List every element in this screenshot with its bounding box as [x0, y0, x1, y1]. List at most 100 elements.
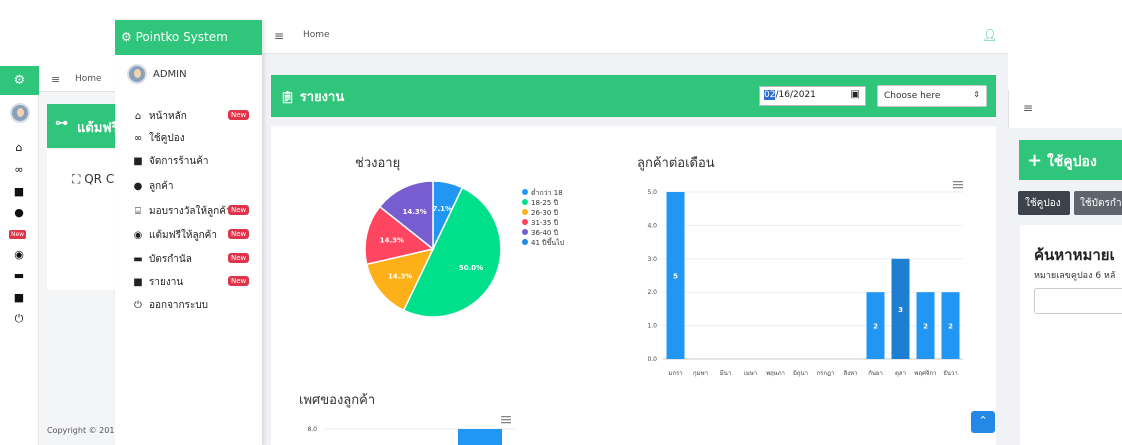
sidebar-item-8[interactable]: ⏻ ออกจากระบบ	[131, 298, 208, 313]
bar-data-label: 2	[948, 323, 953, 331]
power-icon[interactable]: ⏻	[11, 312, 27, 326]
coupon-icon[interactable]: ∞	[11, 163, 27, 176]
y-tick-label: 1.0	[647, 323, 657, 330]
use-voucher-button[interactable]: ใช้บัตรกำนัล	[1074, 191, 1122, 215]
sidebar-item-4[interactable]: ⌸ มอบรางวัลให้ลูกค้า	[131, 204, 232, 219]
background-title-text: แต้มฟรีให้ลูกค้า	[77, 121, 119, 136]
new-badge: New	[228, 110, 250, 120]
legend-label[interactable]: ต่ำกว่า 18	[531, 188, 563, 197]
period-select[interactable]: Choose here ⇕	[877, 85, 987, 107]
search-subtext: หมายเลขคูปอง 6 หลั	[1034, 271, 1116, 281]
legend-label[interactable]: 26-30 ปี	[531, 209, 559, 217]
sidebar-item-label: บัตรกำนัล	[149, 254, 192, 265]
hamburger-icon[interactable]: ≡	[1023, 101, 1033, 115]
breadcrumb-home[interactable]: Home	[303, 30, 330, 40]
sidebar-item-0[interactable]: ⌂ หน้าหลัก	[131, 109, 187, 124]
plus-icon: +	[1027, 150, 1043, 171]
legend-label[interactable]: 36-40 ปี	[531, 229, 559, 237]
shop-bag-icon[interactable]: ■	[11, 185, 27, 198]
points-icon: ◉	[133, 230, 143, 241]
chart-title-age: ช่วงอายุ	[355, 156, 400, 171]
age-pie-chart: 7.1% 50.0% 14.3% 14.3% 14.3%	[364, 180, 502, 318]
calendar-icon[interactable]: ▣	[851, 89, 860, 100]
gift-icon: ⌸	[135, 206, 141, 217]
sidebar-item-label: ลูกค้า	[149, 181, 174, 192]
hamburger-icon[interactable]: ≡	[51, 73, 60, 86]
x-tick-label: พฤษภา	[766, 370, 785, 377]
sidebar-item-3[interactable]: ● ลูกค้า	[131, 179, 174, 194]
sidebar-item-6[interactable]: ▬ บัตรกำนัล	[131, 252, 192, 267]
sidebar-item-5[interactable]: ◉ แต้มฟรีให้ลูกค้า	[131, 228, 217, 243]
x-tick-label: มิถุนา	[793, 370, 808, 377]
new-badge: New	[228, 253, 250, 263]
user-icon[interactable]: 👤︎	[982, 28, 997, 42]
search-heading: ค้นหาหมายเ	[1034, 246, 1115, 264]
coupon-icon: ∞	[133, 133, 143, 144]
sidebar-item-2[interactable]: ■ จัดการร้านค้า	[131, 154, 209, 169]
y-tick-label: 4.0	[647, 222, 657, 229]
bar-data-label: 3	[898, 306, 903, 314]
x-tick-label: มีนา	[720, 369, 731, 377]
card-icon: ▬	[133, 254, 143, 265]
date-rest[interactable]: /16/2021	[775, 90, 815, 100]
report-bag-icon[interactable]: ■	[11, 291, 27, 304]
shop-bag-icon: ■	[133, 156, 143, 167]
y-tick-label: 5.0	[647, 189, 657, 196]
user-icon[interactable]: ●	[11, 206, 27, 219]
date-input[interactable]: 02/16/2021 ▣	[759, 86, 866, 106]
cogs-icon: ⚙	[13, 73, 26, 88]
legend-marker	[522, 239, 528, 245]
y-tick-label: 2.0	[647, 289, 657, 296]
topbar	[262, 20, 1008, 54]
chevron-updown-icon: ⇕	[973, 90, 980, 99]
bar[interactable]	[458, 429, 502, 445]
x-tick-label: กรกฎา	[817, 370, 835, 377]
scroll-top-button[interactable]: ⌃	[971, 411, 995, 433]
legend-marker	[522, 219, 528, 225]
sidebar-item-label: หน้าหลัก	[149, 111, 187, 122]
sidebar-user[interactable]: ADMIN	[127, 64, 187, 84]
page-title-text: รายงาน	[299, 90, 345, 105]
sidebar-item-label: จัดการร้านค้า	[149, 156, 209, 167]
sidebar-item-label: ออกจากระบบ	[149, 300, 209, 311]
y-tick-label: 0.0	[647, 356, 657, 363]
coupon-number-input[interactable]	[1034, 288, 1122, 314]
sitemap-icon: ⊶	[55, 116, 68, 131]
chart-title-monthly: ลูกค้าต่อเดือน	[637, 155, 715, 171]
card-icon[interactable]: ▬	[11, 269, 27, 282]
background-card	[47, 150, 119, 290]
footer-copyright: Copyright © 2019-	[47, 426, 123, 435]
brand-name: Pointko System	[135, 30, 228, 44]
legend-label[interactable]: 18-25 ปี	[531, 199, 559, 207]
x-tick-label: มกรา	[668, 370, 682, 377]
monthly-bar-chart: 0.0 1.0 2.0 3.0 4.0 5.0 5 มกรา กุมพา มีนา เมษา พฤษภ…	[647, 189, 963, 377]
home-icon[interactable]: ⌂	[11, 141, 27, 154]
sidebar-item-7[interactable]: ■ รายงาน	[131, 275, 183, 290]
age-pie-legend: ต่ำกว่า 18 18-25 ปี 26-30 ปี 31-35 ปี 36-40 …	[522, 188, 565, 247]
x-tick-label: กุมพา	[693, 370, 708, 377]
x-tick-label: กันยา	[868, 370, 883, 377]
pie-data-label: 14.3%	[403, 208, 427, 216]
legend-label[interactable]: 31-35 ปี	[531, 219, 559, 227]
user-icon: ●	[133, 181, 143, 192]
menu-icon[interactable]	[501, 416, 511, 424]
background-topbar: ≡ Home	[39, 66, 119, 92]
bar-data-label: 5	[673, 273, 678, 281]
right-page-title: + ใช้คูปอง	[1019, 140, 1122, 180]
sidebar-item-label: ใช้คูปอง	[149, 133, 185, 144]
hamburger-icon[interactable]: ≡	[274, 29, 284, 43]
bar-data-label: 2	[923, 323, 928, 331]
mini-new-badge: New	[9, 230, 27, 239]
date-month[interactable]: 02	[764, 90, 776, 100]
menu-icon[interactable]	[953, 181, 963, 189]
pie-data-label: 50.0%	[459, 264, 483, 272]
pie-data-label: 14.3%	[380, 237, 404, 245]
legend-label[interactable]: 41 ปีขึ้นไป	[531, 236, 565, 247]
cogs-icon: ⚙	[121, 30, 132, 44]
background-home-crumb[interactable]: Home	[75, 74, 102, 84]
sidebar-brand: ⚙ Pointko System	[115, 20, 262, 55]
points-icon[interactable]: ◉	[11, 248, 27, 261]
x-tick-label: เมษา	[744, 370, 757, 377]
sidebar-item-1[interactable]: ∞ ใช้คูปอง	[131, 131, 185, 146]
use-coupon-button[interactable]: ใช้คูปอง	[1018, 191, 1070, 215]
